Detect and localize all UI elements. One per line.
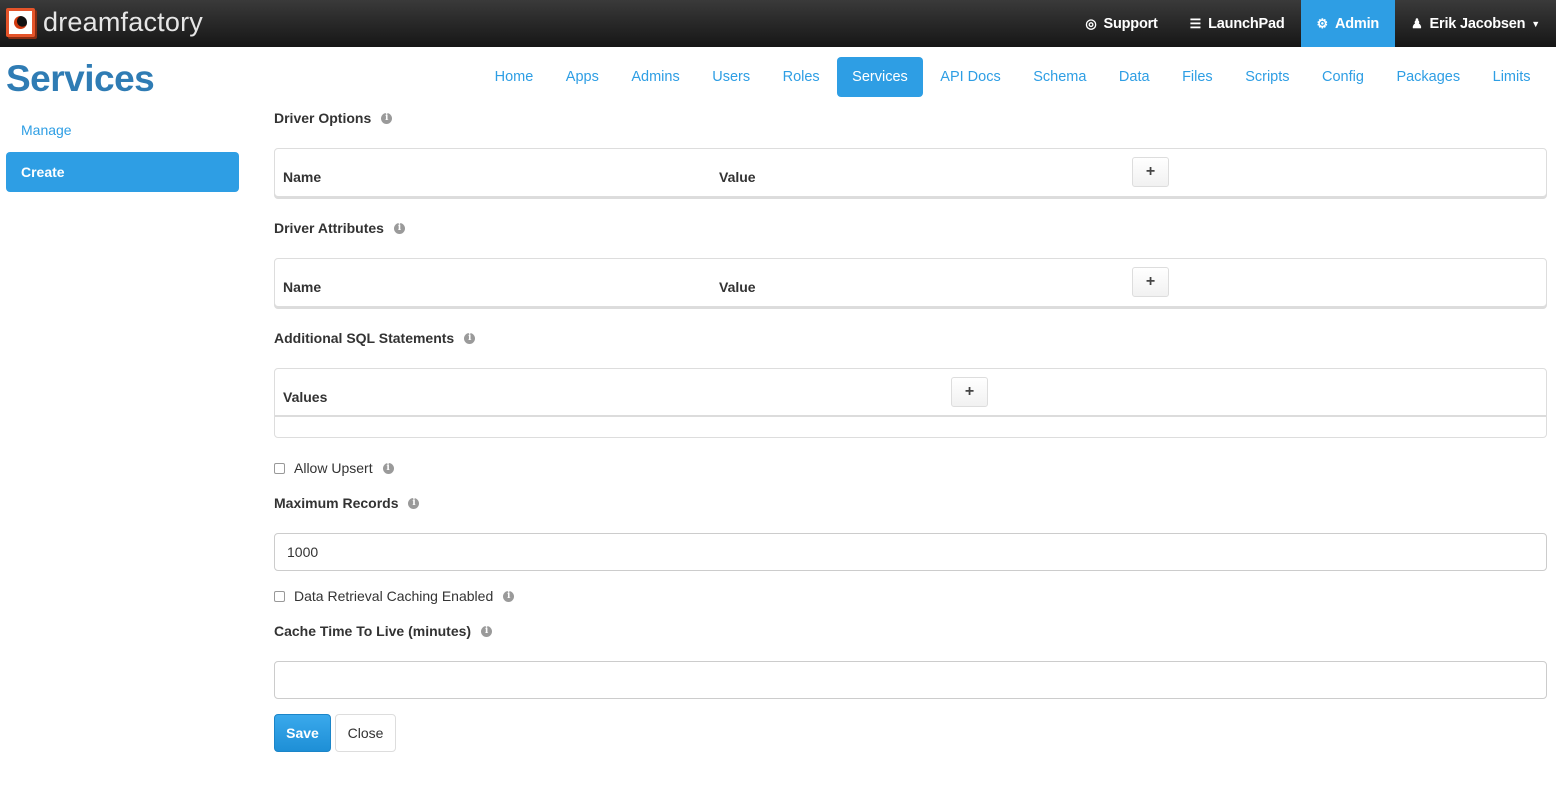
allow-upsert-checkbox[interactable] xyxy=(274,462,285,474)
column-header-name: Name xyxy=(283,279,322,295)
save-button[interactable]: Save xyxy=(274,714,331,752)
nav-support-label: Support xyxy=(1103,15,1158,32)
additional-sql-label: Additional SQL Statements i xyxy=(274,330,476,346)
tab-services[interactable]: Services xyxy=(836,57,924,97)
tab-schema[interactable]: Schema xyxy=(1018,57,1102,97)
brand-name: dreamfactory xyxy=(43,6,203,37)
plus-icon: + xyxy=(964,383,975,400)
tab-home[interactable]: Home xyxy=(479,57,549,97)
tab-packages[interactable]: Packages xyxy=(1381,57,1476,97)
column-header-name: Name xyxy=(283,169,322,185)
additional-sql-text: Additional SQL Statements xyxy=(274,330,455,346)
additional-sql-table: Values + xyxy=(274,368,1547,438)
caching-enabled-checkbox[interactable] xyxy=(274,590,285,602)
info-icon[interactable]: i xyxy=(464,332,476,344)
nav-launchpad-label: LaunchPad xyxy=(1208,15,1285,32)
menu-icon: ☰ xyxy=(1189,15,1202,31)
tab-apps[interactable]: Apps xyxy=(550,57,614,97)
add-driver-option-button[interactable]: + xyxy=(1132,157,1169,187)
lifebuoy-icon: ◎ xyxy=(1085,15,1097,31)
allow-upsert-label[interactable]: Allow Upsert xyxy=(294,460,373,476)
chevron-down-icon: ▼ xyxy=(1531,18,1540,29)
tab-config[interactable]: Config xyxy=(1307,57,1380,97)
driver-options-table: Name Value + xyxy=(274,148,1547,197)
info-icon[interactable]: i xyxy=(382,462,394,474)
table-divider xyxy=(275,415,1546,417)
close-button[interactable]: Close xyxy=(335,714,396,752)
tab-scripts[interactable]: Scripts xyxy=(1230,57,1305,97)
column-header-value: Value xyxy=(719,279,756,295)
add-driver-attribute-button[interactable]: + xyxy=(1132,267,1169,297)
max-records-input[interactable] xyxy=(274,533,1547,571)
nav-user-menu[interactable]: ♟ Erik Jacobsen ▼ xyxy=(1395,0,1556,47)
brand-logo[interactable]: dreamfactory xyxy=(6,6,203,38)
cache-ttl-input[interactable] xyxy=(274,661,1547,699)
nav-launchpad[interactable]: ☰ LaunchPad xyxy=(1174,0,1301,47)
tab-limits[interactable]: Limits xyxy=(1477,57,1546,97)
driver-options-text: Driver Options xyxy=(274,110,372,126)
info-icon[interactable]: i xyxy=(381,112,393,124)
tab-data[interactable]: Data xyxy=(1103,57,1165,97)
side-nav: Manage Create xyxy=(6,110,239,194)
tab-admins[interactable]: Admins xyxy=(616,57,695,97)
column-header-value: Value xyxy=(719,169,756,185)
driver-attributes-text: Driver Attributes xyxy=(274,220,384,236)
info-icon[interactable]: i xyxy=(503,590,515,602)
add-sql-statement-button[interactable]: + xyxy=(951,377,988,407)
max-records-text: Maximum Records xyxy=(274,495,399,511)
sidenav-item-create[interactable]: Create xyxy=(6,152,239,192)
cache-ttl-text: Cache Time To Live (minutes) xyxy=(274,623,472,639)
nav-admin[interactable]: ⚙ Admin xyxy=(1300,0,1396,47)
top-nav: ◎ Support ☰ LaunchPad ⚙ Admin ♟ Erik Jac… xyxy=(1069,0,1556,47)
column-header-values: Values xyxy=(283,389,328,405)
allow-upsert-row: Allow Upsert i xyxy=(274,460,394,476)
driver-options-label: Driver Options i xyxy=(274,110,393,126)
user-icon: ♟ xyxy=(1411,15,1423,31)
page-title: Services xyxy=(6,58,155,99)
plus-icon: + xyxy=(1145,163,1156,180)
cache-ttl-label: Cache Time To Live (minutes) i xyxy=(274,623,493,639)
tab-users[interactable]: Users xyxy=(697,57,766,97)
caching-enabled-label[interactable]: Data Retrieval Caching Enabled xyxy=(294,588,493,604)
info-icon[interactable]: i xyxy=(408,497,420,509)
admin-tabs: Home Apps Admins Users Roles Services AP… xyxy=(478,57,1546,97)
driver-attributes-table: Name Value + xyxy=(274,258,1547,307)
info-icon[interactable]: i xyxy=(393,222,405,234)
nav-admin-label: Admin xyxy=(1334,15,1380,32)
caching-enabled-row: Data Retrieval Caching Enabled i xyxy=(274,588,515,604)
tab-api-docs[interactable]: API Docs xyxy=(925,57,1016,97)
tab-roles[interactable]: Roles xyxy=(767,57,835,97)
sidenav-item-manage[interactable]: Manage xyxy=(6,110,239,150)
dreamfactory-logo-icon xyxy=(6,7,35,37)
max-records-label: Maximum Records i xyxy=(274,495,420,511)
tab-files[interactable]: Files xyxy=(1167,57,1229,97)
nav-user-label: Erik Jacobsen xyxy=(1429,15,1526,32)
top-navbar: dreamfactory ◎ Support ☰ LaunchPad ⚙ Adm… xyxy=(0,0,1556,47)
driver-attributes-label: Driver Attributes i xyxy=(274,220,405,236)
gear-icon: ⚙ xyxy=(1316,15,1329,31)
nav-support[interactable]: ◎ Support xyxy=(1069,0,1173,47)
info-icon[interactable]: i xyxy=(481,625,493,637)
plus-icon: + xyxy=(1145,273,1156,290)
